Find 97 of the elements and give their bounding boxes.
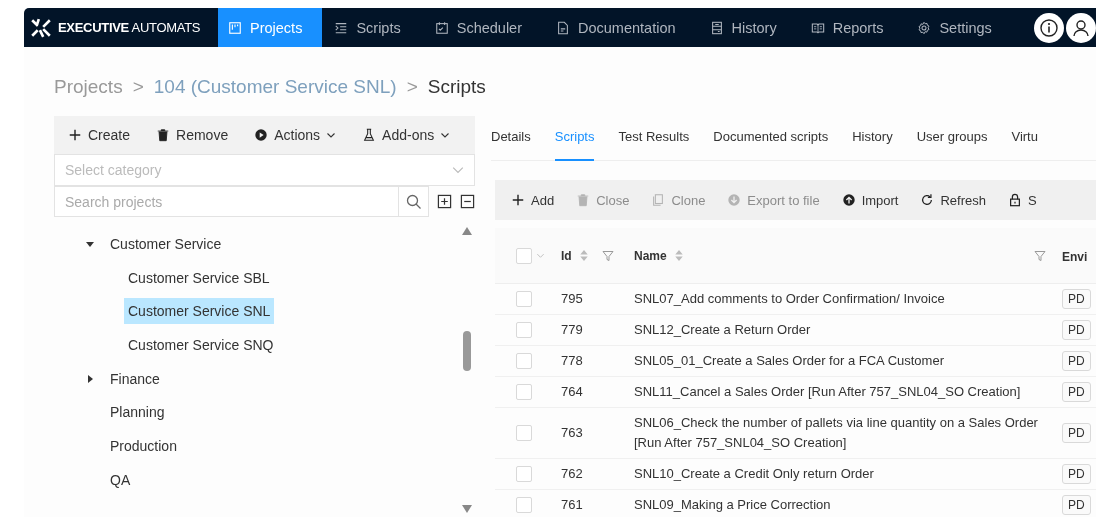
trash-icon — [576, 193, 591, 207]
search-field[interactable]: Search projects — [54, 186, 399, 217]
search-icon — [405, 193, 422, 210]
book-icon — [810, 20, 825, 35]
nav-tab[interactable]: Settings — [907, 8, 1014, 47]
environment-tag: PD — [1062, 320, 1091, 340]
user-icon — [1071, 17, 1091, 38]
collapse-all-icon — [460, 194, 475, 209]
tab[interactable]: Details — [491, 116, 531, 159]
environment-tag: PD — [1062, 351, 1091, 371]
trash-icon — [156, 128, 171, 142]
tab[interactable]: User groups — [916, 116, 988, 159]
tree-item[interactable]: Customer Service SNQ — [124, 331, 278, 358]
table-cell-text: 778 — [561, 352, 584, 370]
table-cell-text: 762 — [561, 465, 584, 483]
table-cell-text: 761 — [561, 496, 584, 514]
scroll-down-icon — [461, 505, 472, 513]
flask-icon — [362, 128, 377, 142]
tree-item[interactable]: QA — [106, 466, 135, 493]
user-button[interactable] — [1066, 12, 1096, 43]
lock-icon — [1008, 193, 1022, 207]
table-cell-text: 779 — [561, 321, 584, 339]
tab[interactable]: Documented scripts — [713, 116, 829, 159]
table-cell-text: SNL06_Check the number of pallets via line quantity on a Sales Order [Run After 757_SNL04_SO Creation] — [634, 414, 1039, 452]
copy-icon — [651, 193, 666, 207]
document-icon — [556, 20, 570, 35]
refresh-icon — [920, 193, 935, 207]
search-button[interactable] — [399, 186, 429, 217]
tree-item[interactable]: Customer Service SNL — [124, 298, 275, 325]
table-cell-text: SNL05_01_Create a Sales Order for a FCA Customer — [634, 352, 945, 370]
toolbar-button[interactable]: Actions — [250, 127, 341, 143]
row-checkbox[interactable] — [516, 497, 532, 513]
breadcrumb-current: Scripts — [427, 76, 486, 99]
toolbar-button[interactable]: Create — [64, 127, 135, 143]
play-icon — [254, 128, 269, 142]
toolbar-button[interactable]: Import — [837, 192, 903, 208]
environment-tag: PD — [1062, 382, 1091, 402]
nav-tab[interactable]: Scheduler — [424, 8, 544, 47]
scrollbar-thumb[interactable] — [462, 331, 471, 371]
scroll-up-icon — [461, 227, 472, 235]
nav-tab[interactable]: Scripts — [324, 8, 423, 47]
table-cell-text: SNL09_Making a Price Correction — [634, 496, 832, 514]
breadcrumb-separator: > — [406, 76, 418, 99]
plus-icon — [511, 193, 525, 207]
plus-icon — [68, 128, 82, 142]
nav-tab[interactable]: History — [699, 8, 799, 47]
tree-item[interactable]: Finance — [106, 365, 164, 392]
toolbar-button[interactable]: Add — [507, 192, 559, 208]
environment-tag: PD — [1062, 423, 1091, 443]
nav-tab[interactable]: Documentation — [546, 8, 698, 47]
tree-item[interactable]: Planning — [106, 399, 169, 426]
select-all-checkbox[interactable] — [516, 247, 532, 264]
list-icon — [334, 20, 349, 35]
table-cell-text: 795 — [561, 290, 584, 308]
toolbar-button[interactable]: Remove — [152, 127, 233, 143]
row-checkbox[interactable] — [516, 353, 532, 369]
calendar-icon — [434, 20, 449, 35]
download-icon — [727, 193, 742, 207]
tab[interactable]: History — [852, 116, 893, 159]
info-icon — [1039, 17, 1059, 38]
toolbar-button[interactable]: Refresh — [916, 192, 990, 208]
row-checkbox[interactable] — [516, 384, 532, 400]
column-header[interactable]: Name — [634, 248, 667, 263]
environment-tag: PD — [1062, 289, 1091, 309]
expand-all-icon — [437, 194, 452, 209]
table-cell-text: 764 — [561, 383, 584, 401]
tree-item[interactable]: Customer Service SBL — [124, 264, 274, 291]
table-cell-text: SNL11_Cancel a Sales Order [Run After 757_SNL04_SO Creation] — [634, 383, 1022, 401]
info-button[interactable] — [1034, 12, 1064, 43]
environment-tag: PD — [1062, 464, 1091, 484]
row-checkbox[interactable] — [516, 425, 532, 441]
table-cell-text: SNL12_Create a Return Order — [634, 321, 812, 339]
cabinet-icon — [709, 20, 724, 35]
column-header[interactable]: Id — [561, 248, 572, 263]
chevron-down-icon — [452, 164, 464, 176]
toolbar-button[interactable]: S — [1004, 192, 1041, 208]
logo-text: EXECUTIVE AUTOMATS — [58, 20, 201, 35]
tab[interactable]: Test Results — [618, 116, 690, 159]
settings-icon — [917, 20, 932, 35]
toolbar-button[interactable]: Add-ons — [358, 127, 455, 143]
row-checkbox[interactable] — [516, 291, 532, 307]
environment-tag: PD — [1062, 495, 1091, 515]
table-cell-text: SNL07_Add comments to Order Confirmation/ Invoice — [634, 290, 946, 308]
tab[interactable]: Virtu — [1011, 116, 1038, 159]
chevron-down-icon — [536, 251, 545, 260]
tree-item[interactable]: Customer Service — [106, 230, 226, 257]
row-checkbox[interactable] — [516, 466, 532, 482]
table-cell-text: SNL10_Create a Credit Only return Order — [634, 465, 875, 483]
upload-icon — [841, 193, 856, 207]
logo-icon — [30, 16, 52, 39]
breadcrumb-separator: > — [132, 76, 144, 99]
nav-tab[interactable]: Reports — [800, 8, 906, 47]
table-cell-text: 763 — [561, 424, 584, 442]
tree-item[interactable]: Production — [106, 432, 181, 459]
row-checkbox[interactable] — [516, 322, 532, 338]
board-icon — [228, 20, 242, 35]
column-header[interactable]: Envi — [1062, 249, 1088, 264]
